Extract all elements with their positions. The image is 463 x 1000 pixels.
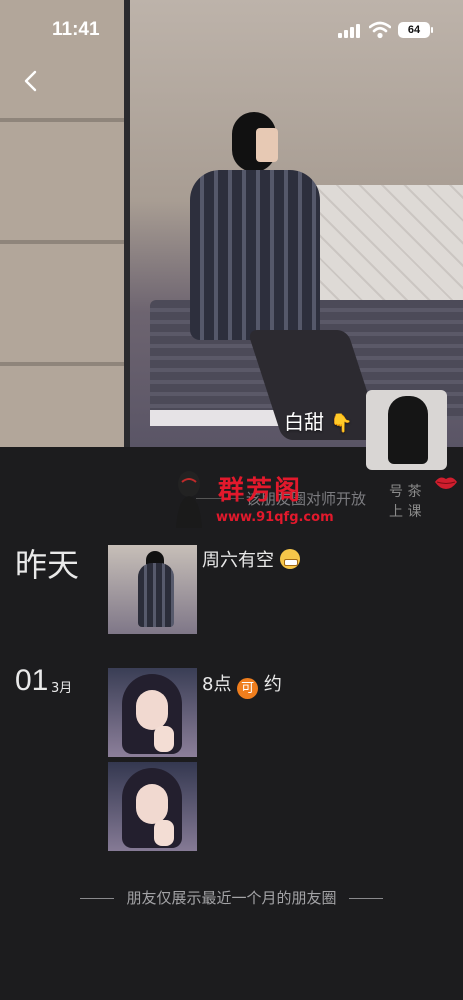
wifi-icon (369, 21, 391, 39)
post-caption: 周六有空 (202, 550, 274, 571)
battery-icon: 64 (398, 22, 430, 38)
pointing-down-icon: 👇 (330, 413, 353, 434)
post-text[interactable]: 周六有空 (202, 546, 300, 572)
status-time: 11:41 (52, 19, 100, 40)
signature-text: 白甜 (284, 410, 324, 434)
watermark-side-text: 号 茶 上 课 (389, 482, 421, 522)
cover-photo[interactable] (0, 0, 463, 447)
watermark-side-line-2: 上 课 (389, 504, 422, 520)
post-thumbnail[interactable] (108, 545, 197, 634)
date-day: 01 (15, 664, 49, 697)
footer-divider-left (79, 898, 114, 899)
post-thumbnail[interactable] (108, 668, 197, 757)
day-label-yesterday: 昨天 (15, 546, 80, 584)
cover-phone (256, 128, 278, 162)
post-caption-part-1: 8点 (202, 674, 232, 695)
thumbnail-hand (154, 726, 174, 752)
footer-divider-right (349, 898, 384, 899)
thumbnail-face (136, 690, 168, 730)
post-caption-part-2: 约 (263, 674, 282, 695)
status-bar: 11:41 64 (0, 0, 463, 60)
watermark-title: 群芳阁 (218, 476, 303, 506)
avatar-figure (388, 396, 428, 464)
thumbnail-hand (154, 820, 174, 846)
avatar[interactable] (366, 390, 447, 470)
watermark-side-line-1: 号 茶 (389, 484, 422, 500)
post-thumbnail[interactable] (108, 762, 197, 851)
thumbnail-face (136, 784, 168, 824)
battery-cap (431, 27, 433, 33)
back-button[interactable] (14, 64, 48, 98)
cover-figure-outfit (190, 170, 320, 340)
ke-badge-icon: 可 (237, 678, 259, 699)
cover-mirror-edge (124, 0, 130, 447)
cover-headboard (300, 185, 463, 305)
footer-note-text: 朋友仅展示最近一个月的朋友圈 (126, 889, 337, 907)
thumbnail-figure (138, 563, 174, 627)
watermark-figure-icon (176, 471, 202, 528)
signal-icon (338, 24, 362, 38)
grinning-face-icon (279, 549, 300, 569)
profile-signature: 白甜 👇 (284, 406, 353, 435)
watermark-url: www.91qfg.com (216, 510, 334, 525)
lips-icon (435, 477, 457, 489)
post-text[interactable]: 8点 可 约 (202, 670, 282, 699)
date-month: 3月 (51, 681, 73, 696)
footer-note: 朋友仅展示最近一个月的朋友圈 (0, 887, 463, 908)
